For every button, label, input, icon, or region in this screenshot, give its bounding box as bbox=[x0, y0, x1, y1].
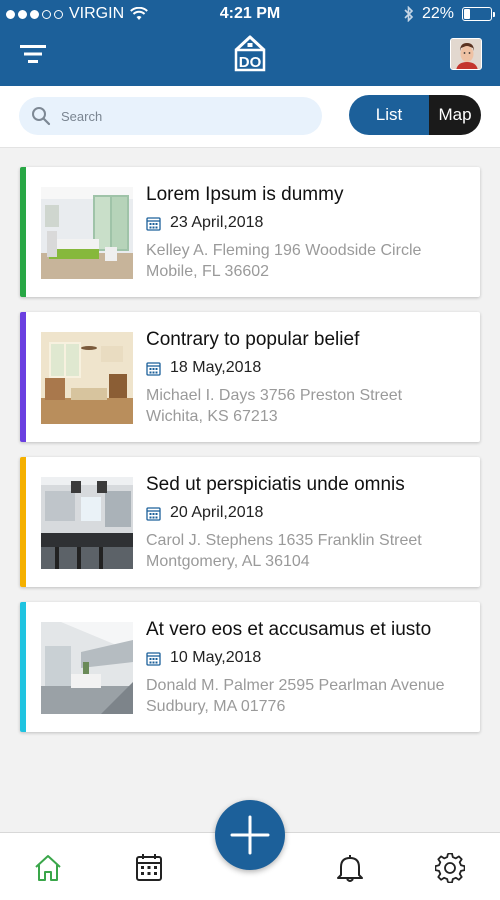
bluetooth-icon bbox=[404, 6, 414, 22]
address-line-2: Mobile, FL 36602 bbox=[146, 263, 270, 280]
logo-text: DO bbox=[239, 54, 262, 71]
property-photo-bedroom bbox=[41, 187, 133, 279]
card-accent-stripe bbox=[20, 167, 26, 297]
calendar-icon bbox=[146, 651, 161, 666]
task-title: Contrary to popular belief bbox=[146, 329, 360, 350]
task-date-row: 18 May,2018 bbox=[146, 359, 261, 377]
card-accent-stripe bbox=[20, 602, 26, 732]
task-title: Lorem Ipsum is dummy bbox=[146, 184, 344, 205]
task-card[interactable]: At vero eos et accusamus et iusto 10 May… bbox=[20, 602, 480, 732]
map-view-button[interactable]: Map bbox=[429, 95, 481, 135]
app-header: VIRGIN 4:21 PM 22% DO bbox=[0, 0, 500, 86]
calendar-icon bbox=[146, 216, 161, 231]
address-line-1: Carol J. Stephens 1635 Franklin Street bbox=[146, 532, 422, 549]
task-address: Carol J. Stephens 1635 Franklin Street M… bbox=[146, 530, 466, 572]
view-toggle: List Map bbox=[349, 95, 481, 135]
address-line-1: Donald M. Palmer 2595 Pearlman Avenue bbox=[146, 677, 445, 694]
task-date: 10 May,2018 bbox=[170, 649, 262, 666]
address-line-1: Michael I. Days 3756 Preston Street bbox=[146, 387, 403, 404]
task-date-row: 23 April,2018 bbox=[146, 214, 263, 232]
property-photo-living-room bbox=[41, 332, 133, 424]
calendar-icon bbox=[146, 361, 161, 376]
address-line-1: Kelley A. Fleming 196 Woodside Circle bbox=[146, 242, 422, 259]
task-address: Donald M. Palmer 2595 Pearlman Avenue Su… bbox=[146, 675, 466, 717]
task-card[interactable]: Lorem Ipsum is dummy 23 April,2018 Kelle… bbox=[20, 167, 480, 297]
task-list: Lorem Ipsum is dummy 23 April,2018 Kelle… bbox=[20, 167, 480, 747]
task-title: Sed ut perspiciatis unde omnis bbox=[146, 474, 405, 495]
task-date: 20 April,2018 bbox=[170, 504, 264, 521]
task-card[interactable]: Contrary to popular belief 18 May,2018 M… bbox=[20, 312, 480, 442]
logo-icon: DO bbox=[232, 34, 268, 72]
task-title: At vero eos et accusamus et iusto bbox=[146, 619, 432, 640]
filter-menu-icon[interactable] bbox=[18, 42, 48, 66]
status-bar: VIRGIN 4:21 PM 22% bbox=[0, 0, 500, 30]
add-icon bbox=[230, 815, 270, 855]
battery-level bbox=[464, 9, 471, 19]
task-address: Kelley A. Fleming 196 Woodside Circle Mo… bbox=[146, 240, 466, 282]
task-date: 18 May,2018 bbox=[170, 359, 262, 376]
property-photo-kitchen bbox=[41, 477, 133, 569]
task-date: 23 April,2018 bbox=[170, 214, 264, 231]
search-icon bbox=[32, 107, 51, 126]
add-button[interactable] bbox=[215, 800, 285, 870]
bell-icon[interactable] bbox=[335, 853, 365, 883]
calendar-icon bbox=[146, 506, 161, 521]
card-accent-stripe bbox=[20, 312, 26, 442]
task-address: Michael I. Days 3756 Preston Street Wich… bbox=[146, 385, 466, 427]
task-card[interactable]: Sed ut perspiciatis unde omnis 20 April,… bbox=[20, 457, 480, 587]
calendar-icon[interactable] bbox=[134, 853, 164, 883]
battery-percent: 22% bbox=[421, 5, 454, 22]
list-view-button[interactable]: List bbox=[349, 95, 429, 135]
address-line-2: Sudbury, MA 01776 bbox=[146, 698, 286, 715]
address-line-2: Montgomery, AL 36104 bbox=[146, 553, 310, 570]
search-input[interactable] bbox=[61, 105, 311, 127]
battery-icon bbox=[462, 7, 495, 21]
avatar[interactable] bbox=[450, 38, 482, 70]
address-line-2: Wichita, KS 67213 bbox=[146, 408, 278, 425]
card-accent-stripe bbox=[20, 457, 26, 587]
status-bar-right: 22% bbox=[404, 5, 495, 23]
task-date-row: 20 April,2018 bbox=[146, 504, 263, 522]
settings-icon[interactable] bbox=[435, 853, 465, 883]
task-date-row: 10 May,2018 bbox=[146, 649, 261, 667]
search-field[interactable] bbox=[19, 97, 322, 135]
home-icon[interactable] bbox=[33, 853, 63, 883]
property-photo-staircase bbox=[41, 622, 133, 714]
